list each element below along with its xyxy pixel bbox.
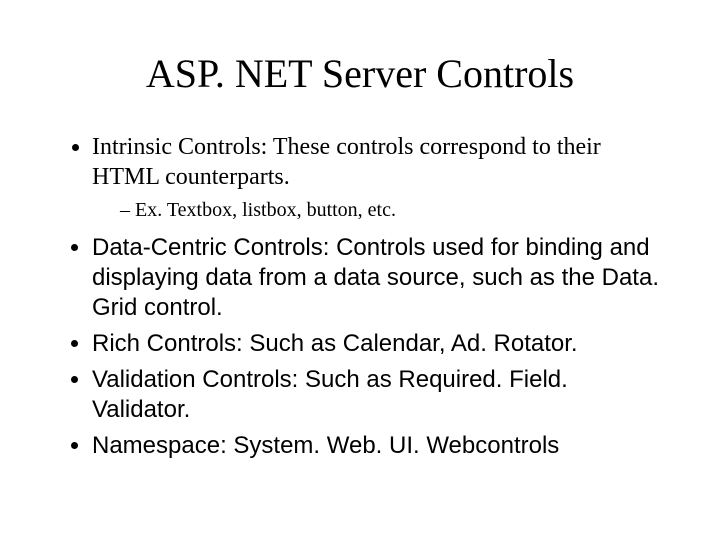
slide-title: ASP. NET Server Controls [50,50,670,97]
bullet-list: Intrinsic Controls: These controls corre… [50,132,670,461]
bullet-data-centric: Data-Centric Controls: Controls used for… [92,233,670,323]
sub-bullet-example: Ex. Textbox, listbox, button, etc. [120,198,670,223]
bullet-intrinsic: Intrinsic Controls: These controls corre… [92,132,670,223]
slide: ASP. NET Server Controls Intrinsic Contr… [0,0,720,540]
sub-bullet-list: Ex. Textbox, listbox, button, etc. [92,198,670,223]
bullet-validation: Validation Controls: Such as Required. F… [92,365,670,425]
bullet-namespace: Namespace: System. Web. UI. Webcontrols [92,431,670,461]
bullet-text: Intrinsic Controls: These controls corre… [92,134,601,190]
bullet-rich: Rich Controls: Such as Calendar, Ad. Rot… [92,329,670,359]
